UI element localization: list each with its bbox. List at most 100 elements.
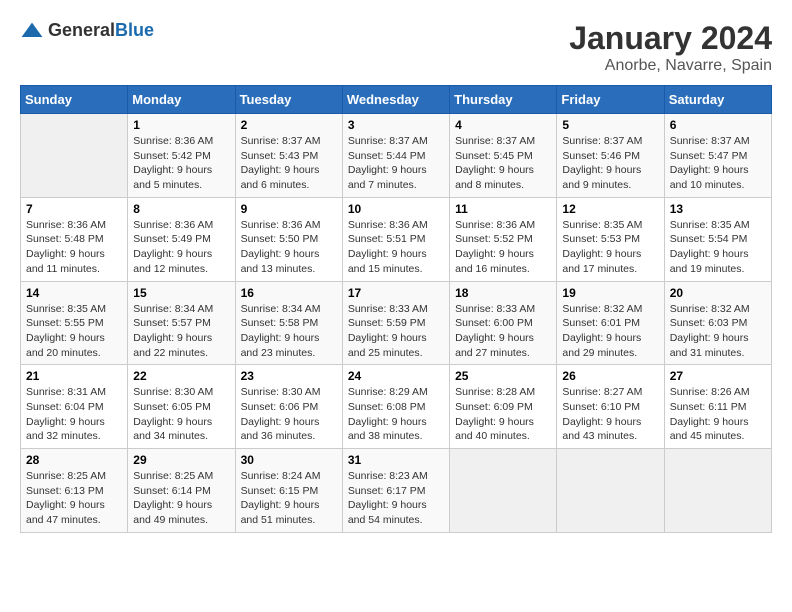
week-row-3: 14 Sunrise: 8:35 AMSunset: 5:55 PMDayligh… [21, 281, 772, 365]
day-number: 12 [562, 202, 658, 216]
day-info: Sunrise: 8:32 AMSunset: 6:03 PMDaylight:… [670, 302, 766, 361]
day-info: Sunrise: 8:37 AMSunset: 5:43 PMDaylight:… [241, 134, 337, 193]
day-number: 8 [133, 202, 229, 216]
calendar-cell: 12 Sunrise: 8:35 AMSunset: 5:53 PMDayligh… [557, 197, 664, 281]
day-number: 22 [133, 369, 229, 383]
calendar-cell: 9 Sunrise: 8:36 AMSunset: 5:50 PMDaylight… [235, 197, 342, 281]
day-number: 23 [241, 369, 337, 383]
day-info: Sunrise: 8:28 AMSunset: 6:09 PMDaylight:… [455, 385, 551, 444]
calendar-cell: 10Sunrise: 8:36 AMSunset: 5:51 PMDayligh… [342, 197, 449, 281]
day-number: 27 [670, 369, 766, 383]
calendar-cell: 8 Sunrise: 8:36 AMSunset: 5:49 PMDaylight… [128, 197, 235, 281]
day-info: Sunrise: 8:34 AMSunset: 5:58 PMDaylight:… [241, 302, 337, 361]
calendar-cell [557, 449, 664, 533]
day-number: 11 [455, 202, 551, 216]
day-info: Sunrise: 8:35 AMSunset: 5:55 PMDaylight:… [26, 302, 122, 361]
logo: GeneralBlue [20, 20, 154, 41]
day-number: 19 [562, 286, 658, 300]
day-header-saturday: Saturday [664, 86, 771, 114]
day-number: 9 [241, 202, 337, 216]
calendar-cell: 11 Sunrise: 8:36 AMSunset: 5:52 PMDayligh… [450, 197, 557, 281]
day-number: 3 [348, 118, 444, 132]
week-row-2: 7 Sunrise: 8:36 AMSunset: 5:48 PMDaylight… [21, 197, 772, 281]
sub-title: Anorbe, Navarre, Spain [569, 57, 772, 75]
calendar-cell: 25 Sunrise: 8:28 AMSunset: 6:09 PMDayligh… [450, 365, 557, 449]
day-number: 4 [455, 118, 551, 132]
calendar-cell: 16 Sunrise: 8:34 AMSunset: 5:58 PMDayligh… [235, 281, 342, 365]
calendar-cell: 1 Sunrise: 8:36 AMSunset: 5:42 PMDaylight… [128, 114, 235, 198]
day-info: Sunrise: 8:36 AMSunset: 5:52 PMDaylight:… [455, 218, 551, 277]
day-number: 25 [455, 369, 551, 383]
week-row-1: 1 Sunrise: 8:36 AMSunset: 5:42 PMDaylight… [21, 114, 772, 198]
day-info: Sunrise: 8:36 AMSunset: 5:42 PMDaylight:… [133, 134, 229, 193]
calendar-cell: 18 Sunrise: 8:33 AMSunset: 6:00 PMDayligh… [450, 281, 557, 365]
day-info: Sunrise: 8:34 AMSunset: 5:57 PMDaylight:… [133, 302, 229, 361]
calendar-cell: 20 Sunrise: 8:32 AMSunset: 6:03 PMDayligh… [664, 281, 771, 365]
main-title: January 2024 [569, 20, 772, 57]
calendar-cell: 27Sunrise: 8:26 AMSunset: 6:11 PMDayligh… [664, 365, 771, 449]
calendar-cell: 13 Sunrise: 8:35 AMSunset: 5:54 PMDayligh… [664, 197, 771, 281]
day-header-friday: Friday [557, 86, 664, 114]
day-number: 17 [348, 286, 444, 300]
day-number: 16 [241, 286, 337, 300]
title-area: January 2024 Anorbe, Navarre, Spain [569, 20, 772, 75]
calendar-cell: 3 Sunrise: 8:37 AMSunset: 5:44 PMDaylight… [342, 114, 449, 198]
calendar-cell: 15 Sunrise: 8:34 AMSunset: 5:57 PMDayligh… [128, 281, 235, 365]
calendar-cell: 29Sunrise: 8:25 AMSunset: 6:14 PMDayligh… [128, 449, 235, 533]
day-info: Sunrise: 8:30 AMSunset: 6:05 PMDaylight:… [133, 385, 229, 444]
day-number: 20 [670, 286, 766, 300]
day-number: 6 [670, 118, 766, 132]
day-number: 7 [26, 202, 122, 216]
header: GeneralBlue January 2024 Anorbe, Navarre… [20, 20, 772, 75]
day-number: 2 [241, 118, 337, 132]
day-number: 29 [133, 453, 229, 467]
day-info: Sunrise: 8:36 AMSunset: 5:49 PMDaylight:… [133, 218, 229, 277]
day-info: Sunrise: 8:37 AMSunset: 5:44 PMDaylight:… [348, 134, 444, 193]
day-header-monday: Monday [128, 86, 235, 114]
day-header-sunday: Sunday [21, 86, 128, 114]
day-info: Sunrise: 8:31 AMSunset: 6:04 PMDaylight:… [26, 385, 122, 444]
day-info: Sunrise: 8:35 AMSunset: 5:53 PMDaylight:… [562, 218, 658, 277]
calendar-cell: 22 Sunrise: 8:30 AMSunset: 6:05 PMDayligh… [128, 365, 235, 449]
day-info: Sunrise: 8:27 AMSunset: 6:10 PMDaylight:… [562, 385, 658, 444]
week-row-4: 21Sunrise: 8:31 AMSunset: 6:04 PMDayligh… [21, 365, 772, 449]
day-info: Sunrise: 8:24 AMSunset: 6:15 PMDaylight:… [241, 469, 337, 528]
calendar-cell [450, 449, 557, 533]
day-number: 26 [562, 369, 658, 383]
calendar-cell: 21Sunrise: 8:31 AMSunset: 6:04 PMDayligh… [21, 365, 128, 449]
day-info: Sunrise: 8:37 AMSunset: 5:46 PMDaylight:… [562, 134, 658, 193]
day-info: Sunrise: 8:35 AMSunset: 5:54 PMDaylight:… [670, 218, 766, 277]
day-header-thursday: Thursday [450, 86, 557, 114]
day-header-wednesday: Wednesday [342, 86, 449, 114]
day-info: Sunrise: 8:33 AMSunset: 6:00 PMDaylight:… [455, 302, 551, 361]
day-number: 24 [348, 369, 444, 383]
day-header-tuesday: Tuesday [235, 86, 342, 114]
calendar-cell: 6Sunrise: 8:37 AMSunset: 5:47 PMDaylight… [664, 114, 771, 198]
day-info: Sunrise: 8:25 AMSunset: 6:13 PMDaylight:… [26, 469, 122, 528]
day-info: Sunrise: 8:29 AMSunset: 6:08 PMDaylight:… [348, 385, 444, 444]
calendar-cell: 31Sunrise: 8:23 AMSunset: 6:17 PMDayligh… [342, 449, 449, 533]
calendar-cell: 7 Sunrise: 8:36 AMSunset: 5:48 PMDaylight… [21, 197, 128, 281]
day-info: Sunrise: 8:36 AMSunset: 5:50 PMDaylight:… [241, 218, 337, 277]
calendar-cell: 17 Sunrise: 8:33 AMSunset: 5:59 PMDayligh… [342, 281, 449, 365]
calendar-cell: 30Sunrise: 8:24 AMSunset: 6:15 PMDayligh… [235, 449, 342, 533]
calendar-cell: 19 Sunrise: 8:32 AMSunset: 6:01 PMDayligh… [557, 281, 664, 365]
day-info: Sunrise: 8:36 AMSunset: 5:48 PMDaylight:… [26, 218, 122, 277]
day-info: Sunrise: 8:33 AMSunset: 5:59 PMDaylight:… [348, 302, 444, 361]
logo-icon [20, 21, 44, 41]
day-number: 5 [562, 118, 658, 132]
day-info: Sunrise: 8:36 AMSunset: 5:51 PMDaylight:… [348, 218, 444, 277]
calendar-cell: 5 Sunrise: 8:37 AMSunset: 5:46 PMDaylight… [557, 114, 664, 198]
day-info: Sunrise: 8:32 AMSunset: 6:01 PMDaylight:… [562, 302, 658, 361]
day-number: 15 [133, 286, 229, 300]
day-number: 14 [26, 286, 122, 300]
calendar-cell: 4Sunrise: 8:37 AMSunset: 5:45 PMDaylight… [450, 114, 557, 198]
calendar-cell: 28 Sunrise: 8:25 AMSunset: 6:13 PMDayligh… [21, 449, 128, 533]
day-number: 18 [455, 286, 551, 300]
day-number: 13 [670, 202, 766, 216]
day-number: 28 [26, 453, 122, 467]
day-number: 1 [133, 118, 229, 132]
calendar-cell [664, 449, 771, 533]
calendar-cell: 26 Sunrise: 8:27 AMSunset: 6:10 PMDayligh… [557, 365, 664, 449]
day-number: 31 [348, 453, 444, 467]
